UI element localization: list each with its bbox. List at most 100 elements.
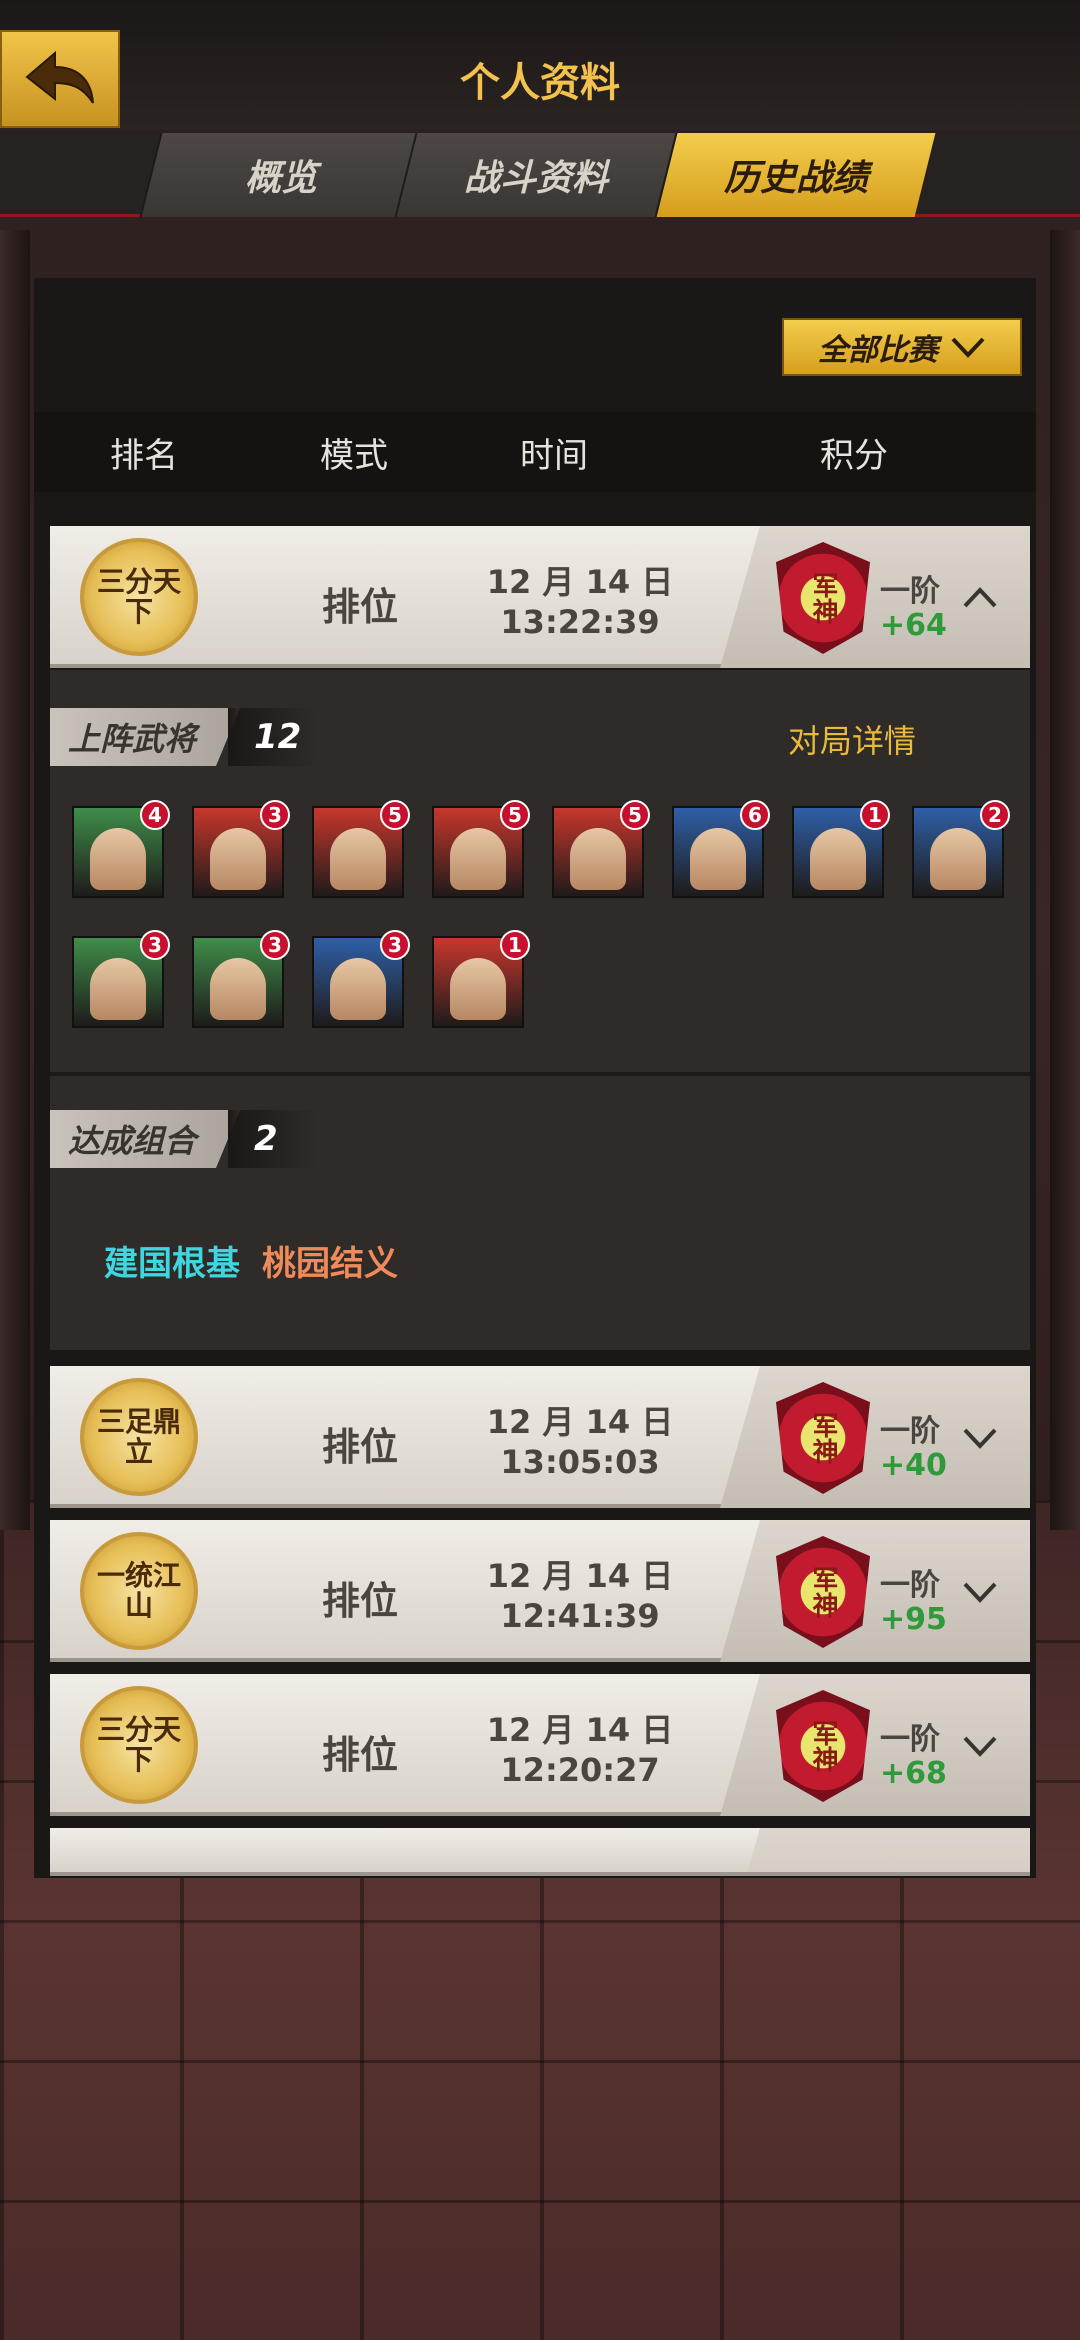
- combo-item[interactable]: 桃园结义: [262, 1236, 398, 1285]
- rank-name: 军神: [808, 572, 838, 624]
- chevron-up-icon[interactable]: [962, 580, 998, 616]
- tab-history[interactable]: 历史战绩: [654, 133, 936, 217]
- tab-battle-data[interactable]: 战斗资料: [394, 133, 676, 217]
- heroes-count: 12: [228, 708, 318, 766]
- hero-card[interactable]: 6: [672, 800, 770, 898]
- hero-card[interactable]: 3: [72, 930, 170, 1028]
- rank-tier: 一阶: [880, 1722, 940, 1757]
- match-mode: 排位: [321, 1733, 398, 1777]
- hero-portrait: [330, 828, 386, 890]
- hero-star-badge: 1: [500, 930, 530, 960]
- hero-portrait: [210, 828, 266, 890]
- match-date: 12 月 14 日: [486, 1557, 674, 1595]
- hero-card[interactable]: 3: [312, 930, 410, 1028]
- match-filter-dropdown[interactable]: 全部比赛: [782, 318, 1022, 376]
- chevron-down-icon: [951, 337, 985, 358]
- combo-count: 2: [228, 1110, 318, 1168]
- hero-card[interactable]: 3: [192, 800, 290, 898]
- hero-star-badge: 3: [380, 930, 410, 960]
- rank-name: 军神: [808, 1566, 838, 1618]
- mode-badge: 三足鼎立: [80, 1378, 198, 1496]
- hero-portrait: [450, 828, 506, 890]
- col-rank: 排名: [110, 435, 178, 476]
- match-row[interactable]: 三分天下 排位 12 月 14 日 13:22:39 军神 一阶 +64: [50, 526, 1030, 668]
- hero-card[interactable]: 1: [792, 800, 890, 898]
- col-score: 积分: [820, 435, 888, 476]
- match-clock: 13:22:39: [500, 603, 660, 641]
- hero-portrait: [810, 828, 866, 890]
- match-date: 12 月 14 日: [486, 1711, 674, 1749]
- rank-score: +64: [880, 608, 947, 643]
- match-clock: 13:05:03: [500, 1443, 660, 1481]
- match-mode: 排位: [321, 1579, 398, 1623]
- chevron-down-icon[interactable]: [962, 1420, 998, 1456]
- match-row[interactable]: 一统江山 排位 12 月 14 日 12:41:39 军神 一阶 +95: [50, 1520, 1030, 1662]
- col-time: 时间: [520, 435, 588, 476]
- mode-badge: 三分天下: [80, 1686, 198, 1804]
- rank-score: +95: [880, 1602, 947, 1637]
- hero-star-badge: 5: [500, 800, 530, 830]
- rank-name: 军神: [808, 1720, 838, 1772]
- rank-score: +40: [880, 1448, 947, 1483]
- match-mode: 排位: [321, 585, 398, 629]
- match-time: 12 月 14 日 13:05:03: [460, 1402, 700, 1482]
- hero-star-badge: 5: [380, 800, 410, 830]
- combo-item[interactable]: 建国根基: [104, 1236, 240, 1285]
- left-pillar: [0, 230, 30, 1530]
- hero-star-badge: 2: [980, 800, 1010, 830]
- tab-history-label: 历史战绩: [723, 158, 868, 199]
- chevron-down-icon[interactable]: [962, 1574, 998, 1610]
- match-details-link[interactable]: 对局详情: [788, 716, 916, 762]
- hero-portrait: [210, 958, 266, 1020]
- col-mode: 模式: [320, 435, 388, 476]
- page-title: 个人资料: [460, 60, 620, 106]
- tab-bar: 概览 战斗资料 历史战绩: [0, 133, 1080, 217]
- hero-card[interactable]: 1: [432, 930, 530, 1028]
- right-pillar: [1050, 230, 1080, 1530]
- hero-star-badge: 3: [140, 930, 170, 960]
- match-time: 12 月 14 日 12:20:27: [460, 1710, 700, 1790]
- tab-battle-data-label: 战斗资料: [463, 158, 608, 199]
- score-section: [720, 1828, 1030, 1872]
- hero-card[interactable]: 5: [432, 800, 530, 898]
- rank-tier: 一阶: [880, 574, 940, 609]
- hero-portrait: [690, 828, 746, 890]
- filter-label: 全部比赛: [818, 333, 938, 368]
- hero-star-badge: 4: [140, 800, 170, 830]
- rank-name: 军神: [808, 1412, 838, 1464]
- hero-star-badge: 6: [740, 800, 770, 830]
- divider: [50, 1072, 1030, 1076]
- hero-star-badge: 3: [260, 800, 290, 830]
- hero-card[interactable]: 5: [312, 800, 410, 898]
- match-date: 12 月 14 日: [486, 563, 674, 601]
- chevron-down-icon[interactable]: [962, 1728, 998, 1764]
- mode-badge: 一统江山: [80, 1532, 198, 1650]
- hero-star-badge: 5: [620, 800, 650, 830]
- mode-badge: 三分天下: [80, 538, 198, 656]
- match-row-partial[interactable]: [50, 1828, 1030, 1876]
- match-row[interactable]: 三足鼎立 排位 12 月 14 日 13:05:03 军神 一阶 +40: [50, 1366, 1030, 1508]
- match-time: 12 月 14 日 13:22:39: [460, 562, 700, 642]
- hero-card[interactable]: 5: [552, 800, 650, 898]
- match-clock: 12:41:39: [500, 1597, 660, 1635]
- rank-tier: 一阶: [880, 1414, 940, 1449]
- hero-portrait: [90, 828, 146, 890]
- heroes-tag: 上阵武将: [50, 708, 240, 766]
- hero-card[interactable]: 2: [912, 800, 1010, 898]
- tab-overview-label: 概览: [244, 158, 317, 199]
- match-date: 12 月 14 日: [486, 1403, 674, 1441]
- hero-portrait: [450, 958, 506, 1020]
- match-time: 12 月 14 日 12:41:39: [460, 1556, 700, 1636]
- match-row[interactable]: 三分天下 排位 12 月 14 日 12:20:27 军神 一阶 +68: [50, 1674, 1030, 1816]
- hero-card[interactable]: 3: [192, 930, 290, 1028]
- hero-portrait: [570, 828, 626, 890]
- hero-card[interactable]: 4: [72, 800, 170, 898]
- hero-star-badge: 3: [260, 930, 290, 960]
- tab-overview[interactable]: 概览: [139, 133, 421, 217]
- hero-portrait: [330, 958, 386, 1020]
- rank-score: +68: [880, 1756, 947, 1791]
- match-mode: 排位: [321, 1425, 398, 1469]
- rank-tier: 一阶: [880, 1568, 940, 1603]
- hero-portrait: [930, 828, 986, 890]
- combo-tag: 达成组合: [50, 1110, 240, 1168]
